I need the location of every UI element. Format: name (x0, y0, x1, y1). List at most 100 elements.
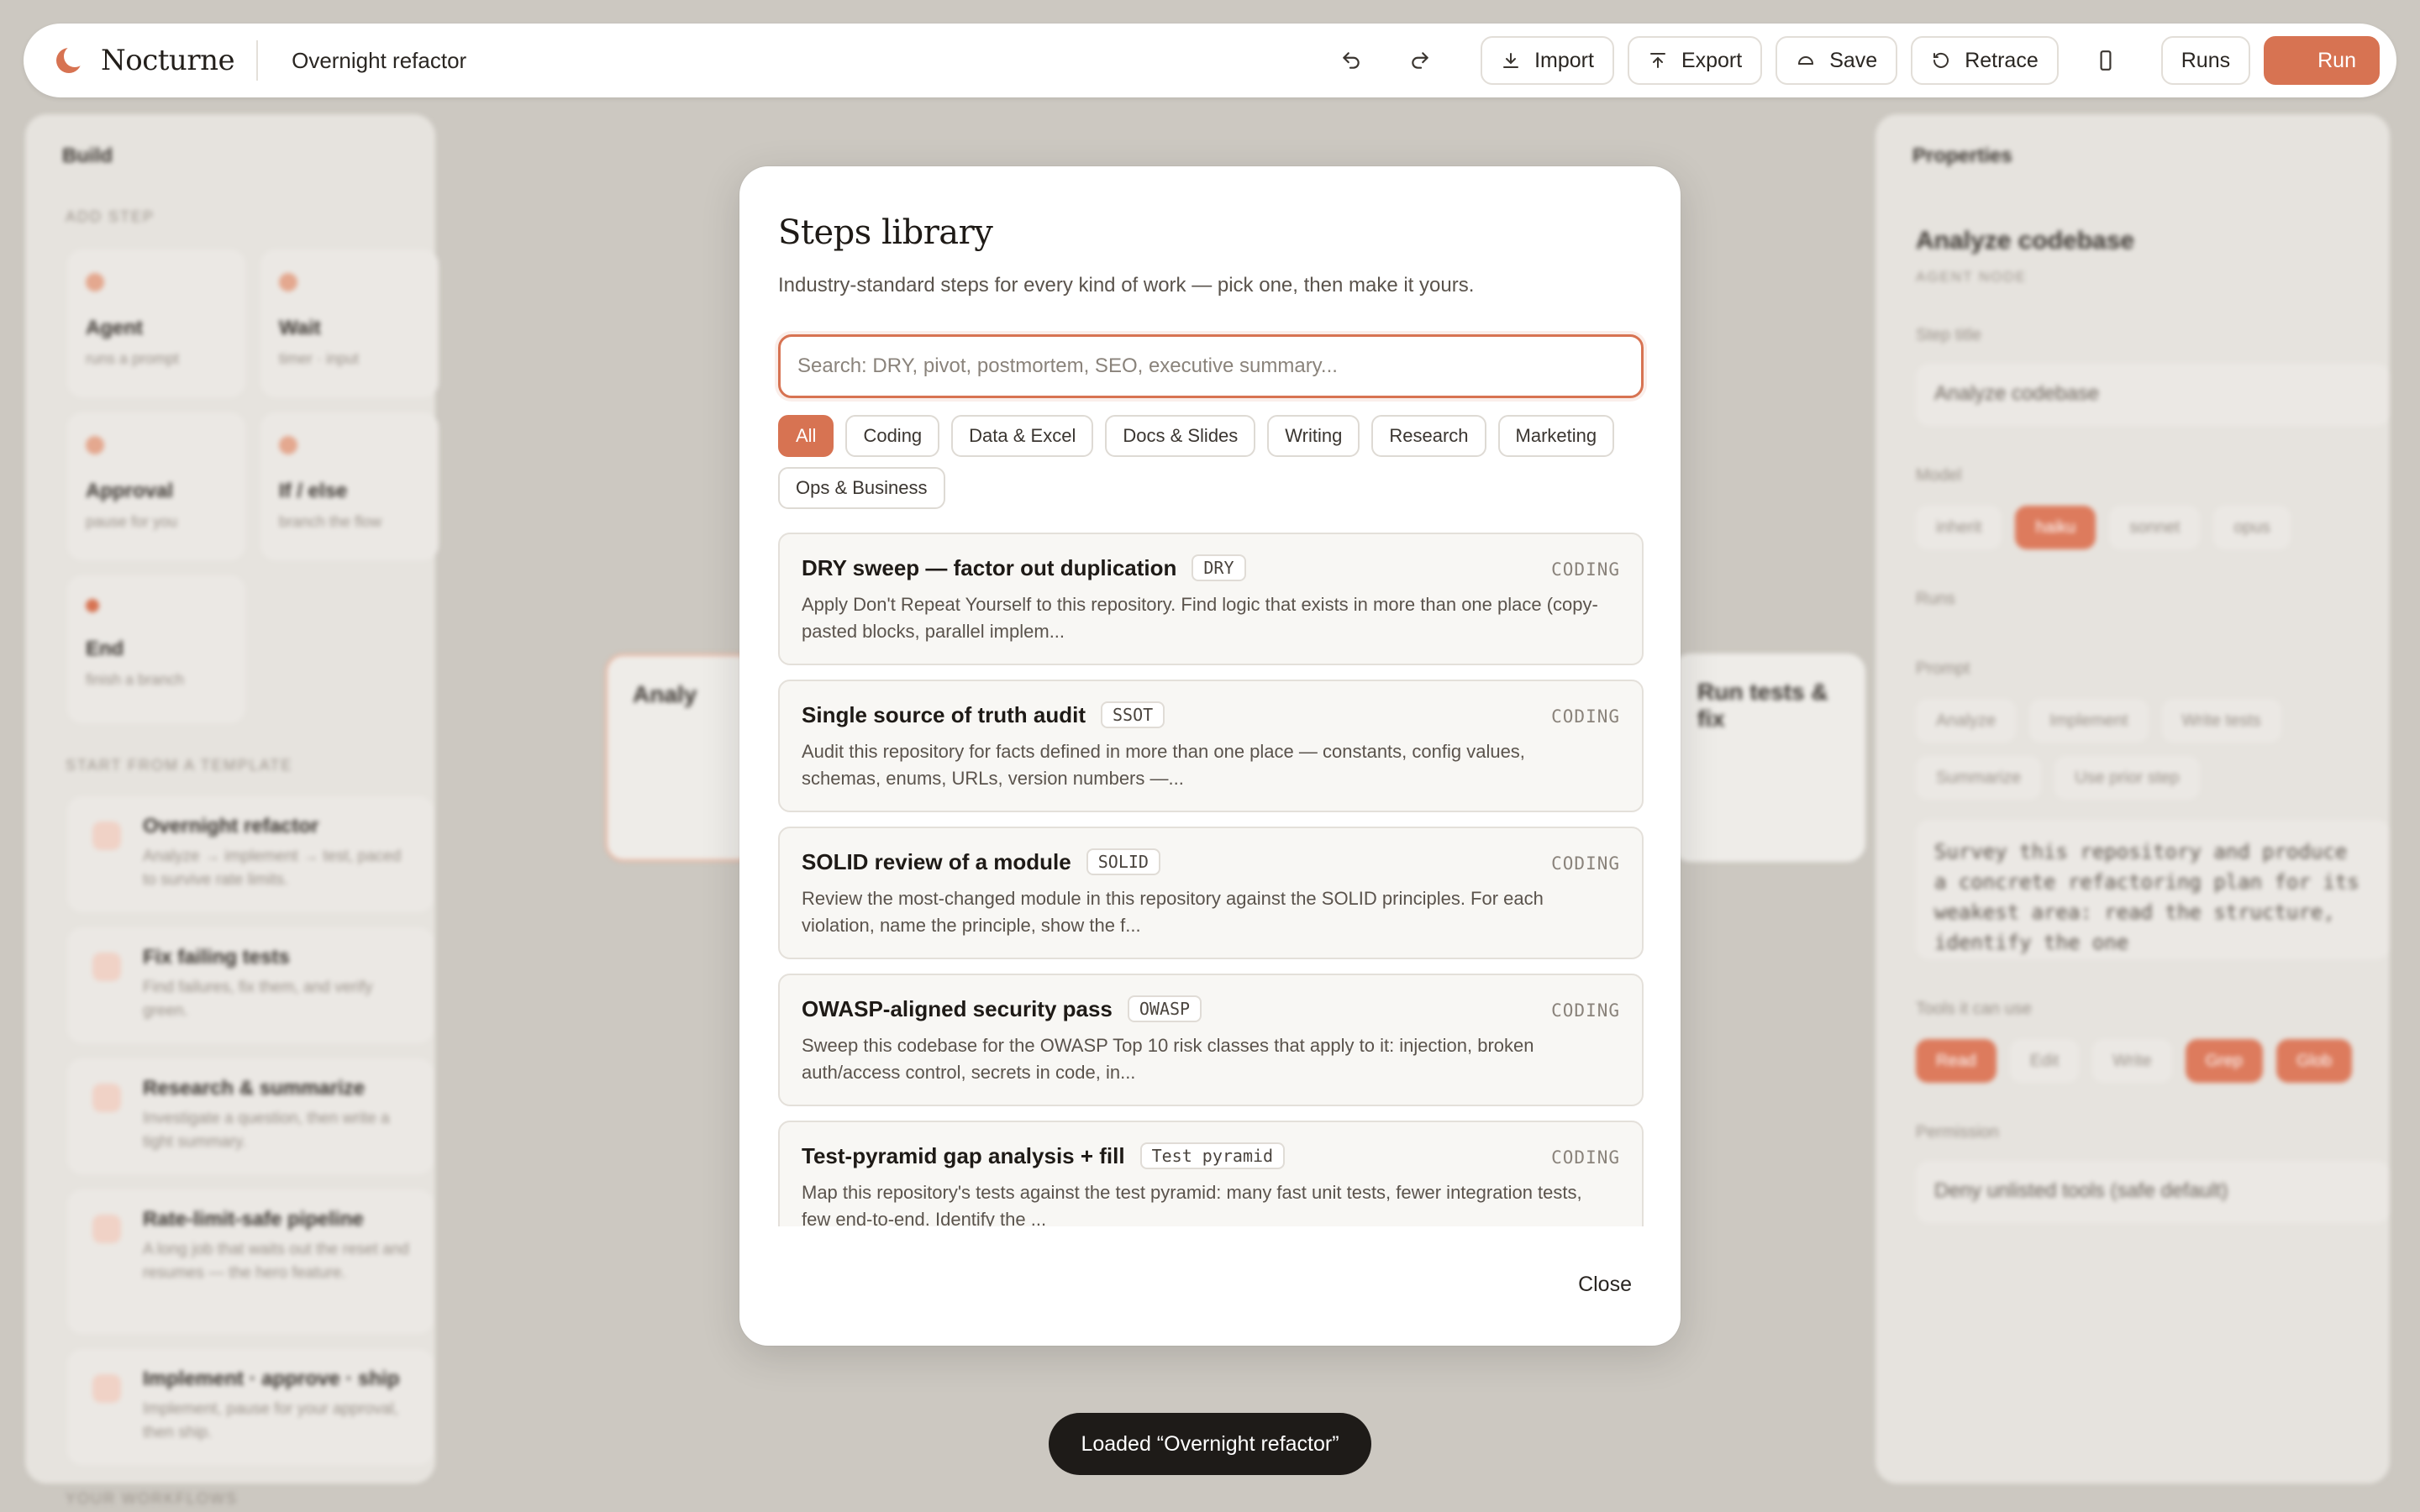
step-card-approval[interactable]: Approval pause for you (67, 412, 245, 560)
step-card-agent[interactable]: Agent runs a prompt (67, 249, 245, 397)
permission-select[interactable]: Deny unlisted tools (safe default) (1916, 1161, 2390, 1223)
canvas-node-run-tests[interactable]: Run tests & fix (1672, 654, 1865, 862)
dialog-title: Steps library (778, 213, 993, 252)
topbar-divider (256, 40, 259, 81)
tool-chip[interactable]: Read (1916, 1039, 1996, 1083)
tool-chip[interactable]: Glob (2276, 1039, 2353, 1083)
retrace-button[interactable]: Retrace (1911, 36, 2059, 85)
model-option[interactable]: inherit (1916, 506, 2002, 549)
template-label: Fix failing tests (143, 946, 290, 969)
filter-all[interactable]: All (778, 415, 834, 457)
prompt-chip[interactable]: Implement (2029, 699, 2149, 743)
tools-chips: Read Edit Write Grep Glob (1916, 1039, 2395, 1083)
step-result-tag: SSOT (1101, 701, 1165, 728)
export-label: Export (1681, 48, 1743, 72)
node-title: Analy (633, 681, 697, 707)
filter-coding[interactable]: Coding (845, 415, 940, 457)
step-result-card[interactable]: DRY sweep — factor out duplication DRY C… (778, 533, 1644, 665)
save-label: Save (1829, 48, 1878, 72)
undo-button[interactable] (1329, 39, 1373, 82)
template-item[interactable]: Rate-limit-safe pipeline A long job that … (67, 1189, 434, 1334)
retrace-label: Retrace (1965, 48, 2039, 72)
model-option[interactable]: opus (2213, 506, 2291, 549)
cloud-save-icon (1796, 50, 1816, 71)
template-icon (92, 822, 121, 850)
model-option[interactable]: sonnet (2109, 506, 2201, 549)
mobile-preview-button[interactable] (2084, 39, 2128, 82)
dialog-subtitle: Industry-standard steps for every kind o… (778, 274, 1475, 297)
tool-chip[interactable]: Grep (2185, 1039, 2264, 1083)
template-sub: Investigate a question, then write a tig… (143, 1110, 390, 1151)
export-button[interactable]: Export (1627, 36, 1763, 85)
filter-docs-slides[interactable]: Docs & Slides (1105, 415, 1256, 457)
step-result-title: OWASP-aligned security pass (802, 995, 1113, 1021)
step-result-title: DRY sweep — factor out duplication (802, 554, 1177, 580)
prompt-chip[interactable]: Use prior step (2054, 756, 2200, 800)
runs-label: Runs (2181, 48, 2231, 72)
template-item[interactable]: Research & summarize Investigate a questi… (67, 1058, 434, 1174)
steps-search-input[interactable] (778, 334, 1644, 398)
template-icon (92, 1215, 121, 1243)
step-sub: finish a branch (86, 671, 185, 688)
template-item[interactable]: Implement · approve · ship Implement, pau… (67, 1349, 434, 1465)
filter-research[interactable]: Research (1371, 415, 1486, 457)
template-item[interactable]: Fix failing tests Find failures, fix them… (67, 927, 434, 1043)
undo-icon (1343, 52, 1360, 69)
template-icon (92, 953, 121, 981)
runs-button[interactable]: Runs (2160, 36, 2251, 85)
tool-chip[interactable]: Edit (2009, 1039, 2080, 1083)
step-title-label: Step title (1916, 326, 1981, 344)
step-result-card[interactable]: Test-pyramid gap analysis + fill Test py… (778, 1121, 1644, 1226)
model-selector[interactable]: inherit haiku sonnet opus (1916, 506, 2395, 549)
redo-button[interactable] (1398, 39, 1442, 82)
filter-data-excel[interactable]: Data & Excel (951, 415, 1094, 457)
download-icon (1501, 50, 1521, 71)
prompt-chip[interactable]: Analyze (1916, 699, 2017, 743)
filter-ops-business[interactable]: Ops & Business (778, 467, 945, 509)
step-card-if-else[interactable]: If / else branch the flow (260, 412, 439, 560)
properties-panel: Properties Analyze codebase AGENT NODE S… (1876, 114, 2390, 1483)
step-result-card[interactable]: OWASP-aligned security pass OWASP CODING… (778, 974, 1644, 1106)
model-option[interactable]: haiku (2015, 506, 2096, 549)
tool-chip[interactable]: Write (2092, 1039, 2172, 1083)
template-icon (92, 1374, 121, 1403)
template-caption: START FROM A TEMPLATE (66, 757, 293, 774)
document-title[interactable]: Overnight refactor (292, 48, 466, 74)
step-sub: branch the flow (279, 513, 382, 530)
step-sub: timer · input (279, 350, 360, 367)
close-button[interactable]: Close (1568, 1266, 1642, 1304)
step-title-field[interactable]: Analyze codebase (1916, 364, 2390, 426)
prompt-textarea[interactable]: Survey this repository and produce a con… (1916, 820, 2390, 959)
template-item[interactable]: Overnight refactor Analyze → implement → … (67, 796, 434, 912)
approval-icon (86, 436, 104, 454)
step-sub: runs a prompt (86, 350, 180, 367)
prompt-chip[interactable]: Summarize (1916, 756, 2042, 800)
save-button[interactable]: Save (1776, 36, 1898, 85)
step-result-card[interactable]: Single source of truth audit SSOT CODING… (778, 680, 1644, 812)
steps-results-list[interactable]: DRY sweep — factor out duplication DRY C… (778, 533, 1644, 1226)
filter-marketing[interactable]: Marketing (1497, 415, 1615, 457)
workflows-caption: YOUR WORKFLOWS (66, 1490, 239, 1507)
canvas-node-analyze[interactable]: Analy (605, 654, 756, 862)
import-button[interactable]: Import (1481, 36, 1614, 85)
template-icon (92, 1084, 121, 1112)
step-result-category: CODING (1551, 559, 1620, 580)
prompt-chip[interactable]: Write tests (2161, 699, 2281, 743)
step-result-description: Audit this repository for facts defined … (802, 741, 1525, 789)
step-card-wait[interactable]: Wait timer · input (260, 249, 439, 397)
run-button[interactable]: Run (2264, 36, 2380, 85)
redo-icon (1412, 52, 1428, 69)
import-label: Import (1534, 48, 1594, 72)
branch-icon (279, 436, 297, 454)
build-panel-heading: Build (62, 144, 113, 167)
step-card-end[interactable]: End finish a branch (67, 575, 245, 723)
step-result-card[interactable]: SOLID review of a module SOLID CODING Re… (778, 827, 1644, 959)
top-bar: Nocturne Overnight refactor Import Expor… (24, 24, 2396, 97)
step-result-description: Apply Don't Repeat Yourself to this repo… (802, 594, 1598, 642)
template-label: Implement · approve · ship (143, 1368, 400, 1390)
phone-icon (2100, 50, 2112, 71)
filter-writing[interactable]: Writing (1267, 415, 1360, 457)
prompt-label: Prompt (1916, 659, 1970, 678)
end-icon (86, 599, 99, 612)
permission-label: Permission (1916, 1123, 1999, 1142)
